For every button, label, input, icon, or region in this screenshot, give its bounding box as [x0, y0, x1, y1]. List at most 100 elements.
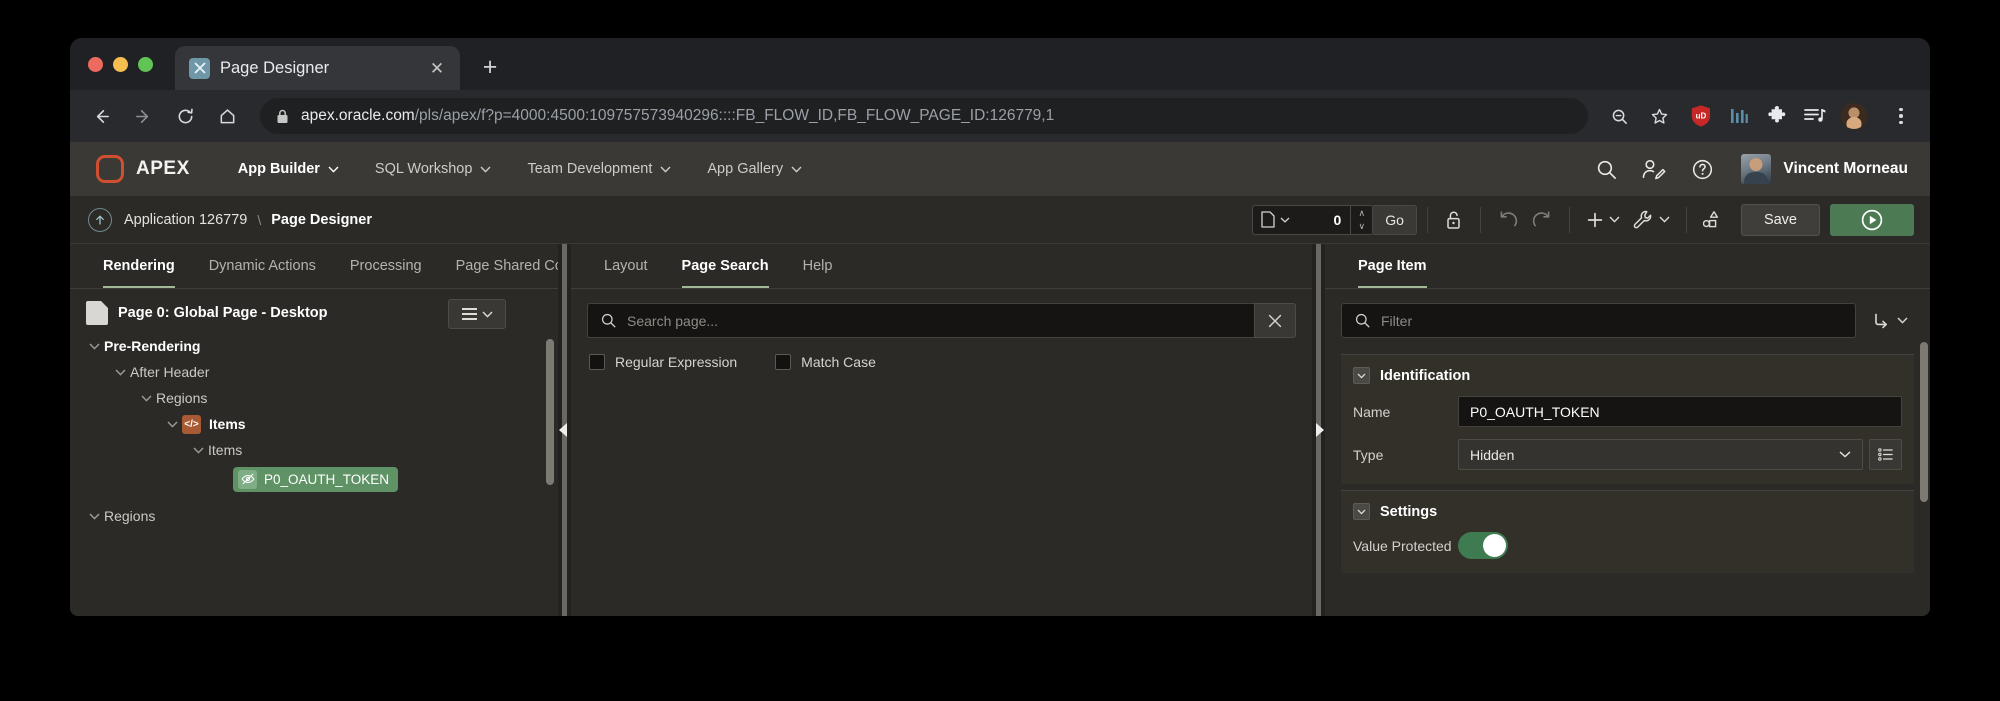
- list-of-values-icon[interactable]: [1869, 439, 1902, 470]
- collapse-chevron-icon[interactable]: [1353, 503, 1370, 520]
- tab-rendering[interactable]: Rendering: [86, 244, 192, 288]
- media-playlist-icon[interactable]: [1802, 103, 1828, 129]
- tab-page-shared-components[interactable]: Page Shared Component: [439, 244, 558, 288]
- expand-right-icon[interactable]: [1316, 423, 1324, 437]
- collapse-chevron-icon[interactable]: [1353, 367, 1370, 384]
- section-identification-title: Identification: [1380, 367, 1471, 384]
- arrow-up-icon[interactable]: [88, 207, 112, 232]
- apex-brand-label: APEX: [136, 158, 190, 179]
- right-splitter[interactable]: [1312, 244, 1325, 616]
- stepper-down-icon[interactable]: ∨: [1358, 221, 1365, 231]
- nav-app-gallery[interactable]: App Gallery: [689, 161, 820, 177]
- unlock-icon[interactable]: [1438, 204, 1470, 236]
- tree-node-regions[interactable]: Regions: [70, 385, 558, 411]
- tree-node-label: Items: [208, 442, 243, 458]
- filter-input[interactable]: Filter: [1341, 303, 1856, 338]
- tab-processing[interactable]: Processing: [333, 244, 439, 288]
- new-tab-button[interactable]: +: [472, 49, 508, 85]
- back-arrow-icon[interactable]: [82, 97, 120, 135]
- search-options: Regular Expression Match Case: [587, 338, 1296, 370]
- chevron-down-icon[interactable]: [188, 446, 208, 454]
- tree-node-items-region[interactable]: </> Items: [70, 411, 558, 437]
- page-shapes-icon[interactable]: [1697, 204, 1731, 236]
- field-type-select[interactable]: Hidden: [1458, 439, 1863, 470]
- tab-page-search[interactable]: Page Search: [665, 244, 786, 288]
- kebab-menu-icon[interactable]: [1888, 107, 1914, 125]
- section-identification-header[interactable]: Identification: [1341, 365, 1914, 384]
- chevron-down-icon[interactable]: [84, 512, 104, 520]
- nav-team-development[interactable]: Team Development: [509, 161, 689, 177]
- nav-app-builder[interactable]: App Builder: [220, 161, 357, 177]
- search-input[interactable]: Search page...: [587, 303, 1254, 338]
- page-designer-toolbar: Application 126779 \ Page Designer 0 ∧ ∨…: [70, 196, 1930, 244]
- regular-expression-checkbox[interactable]: Regular Expression: [589, 354, 737, 370]
- value-protected-toggle[interactable]: [1458, 532, 1508, 559]
- property-editor: Identification Name P0_OAUTH_TOKEN Type …: [1325, 338, 1930, 616]
- chevron-down-icon[interactable]: [162, 420, 182, 428]
- apex-logo-icon[interactable]: [96, 155, 124, 183]
- checkbox-box[interactable]: [775, 354, 792, 370]
- bar-chart-extension-icon[interactable]: [1726, 103, 1752, 129]
- go-button[interactable]: Go: [1373, 204, 1417, 235]
- page-document-icon[interactable]: [1253, 206, 1298, 234]
- tree-node-pre-rendering[interactable]: Pre-Rendering: [70, 333, 558, 359]
- star-icon[interactable]: [1640, 97, 1678, 135]
- tree-node-items-group[interactable]: Items: [70, 437, 558, 463]
- zoom-out-icon[interactable]: [1600, 97, 1638, 135]
- toolbar-actions: 0 ∧ ∨ Go Save: [1252, 203, 1914, 236]
- go-to-group-button[interactable]: [1866, 312, 1914, 330]
- address-bar[interactable]: apex.oracle.com/pls/apex/f?p=4000:4500:1…: [260, 98, 1588, 134]
- tab-layout[interactable]: Layout: [587, 244, 665, 288]
- selected-tree-item[interactable]: P0_OAUTH_TOKEN: [233, 466, 399, 492]
- reload-icon[interactable]: [166, 97, 204, 135]
- chevron-down-icon[interactable]: [84, 342, 104, 350]
- tree-node-label: Pre-Rendering: [104, 338, 201, 354]
- home-icon[interactable]: [208, 97, 246, 135]
- breadcrumb-application[interactable]: Application 126779: [124, 212, 247, 228]
- stepper-up-icon[interactable]: ∧: [1358, 208, 1365, 218]
- run-button[interactable]: [1830, 203, 1914, 236]
- page-number-input[interactable]: 0: [1298, 206, 1350, 234]
- nav-sql-workshop[interactable]: SQL Workshop: [357, 161, 510, 177]
- tab-dynamic-actions[interactable]: Dynamic Actions: [192, 244, 333, 288]
- profile-avatar-icon[interactable]: [1840, 102, 1868, 130]
- puzzle-extensions-icon[interactable]: [1764, 103, 1790, 129]
- tree-node-p0-oauth-token[interactable]: P0_OAUTH_TOKEN: [70, 463, 558, 495]
- left-splitter[interactable]: [558, 244, 571, 616]
- forward-arrow-icon[interactable]: [124, 97, 162, 135]
- save-button[interactable]: Save: [1740, 203, 1820, 236]
- close-icon[interactable]: ✕: [426, 57, 448, 79]
- checkbox-box[interactable]: [589, 354, 605, 370]
- browser-tab[interactable]: Page Designer ✕: [175, 46, 460, 90]
- close-window-button[interactable]: [88, 56, 103, 72]
- field-name-input[interactable]: P0_OAUTH_TOKEN: [1458, 396, 1902, 427]
- tab-page-item[interactable]: Page Item: [1341, 244, 1444, 288]
- search-icon[interactable]: [1593, 156, 1619, 182]
- clear-search-button[interactable]: [1254, 303, 1296, 338]
- field-type-value: Hidden: [1470, 446, 1515, 463]
- right-panel-scrollbar[interactable]: [1920, 342, 1928, 502]
- tab-help[interactable]: Help: [786, 244, 850, 288]
- user-menu[interactable]: Vincent Morneau: [1741, 154, 1908, 184]
- maximize-window-button[interactable]: [138, 56, 153, 72]
- redo-icon[interactable]: [1525, 204, 1559, 236]
- create-menu-button[interactable]: [1580, 204, 1626, 236]
- collapse-left-icon[interactable]: [559, 423, 567, 437]
- toolbar-divider: [1685, 206, 1687, 233]
- account-settings-icon[interactable]: [1641, 156, 1667, 182]
- tree-node-regions-root[interactable]: Regions: [70, 503, 558, 529]
- left-panel-scrollbar[interactable]: [546, 339, 554, 485]
- page-number-selector[interactable]: 0 ∧ ∨: [1252, 204, 1374, 235]
- tree-menu-button[interactable]: [448, 299, 506, 329]
- tree-node-after-header[interactable]: After Header: [70, 359, 558, 385]
- ublock-origin-icon[interactable]: uD: [1688, 103, 1714, 129]
- utilities-menu-button[interactable]: [1626, 204, 1676, 236]
- help-icon[interactable]: [1689, 156, 1715, 182]
- page-number-stepper[interactable]: ∧ ∨: [1350, 205, 1372, 234]
- minimize-window-button[interactable]: [113, 56, 128, 72]
- undo-icon[interactable]: [1491, 204, 1525, 236]
- chevron-down-icon[interactable]: [136, 394, 156, 402]
- section-settings-header[interactable]: Settings: [1341, 501, 1914, 520]
- match-case-checkbox[interactable]: Match Case: [775, 354, 876, 370]
- chevron-down-icon[interactable]: [110, 368, 130, 376]
